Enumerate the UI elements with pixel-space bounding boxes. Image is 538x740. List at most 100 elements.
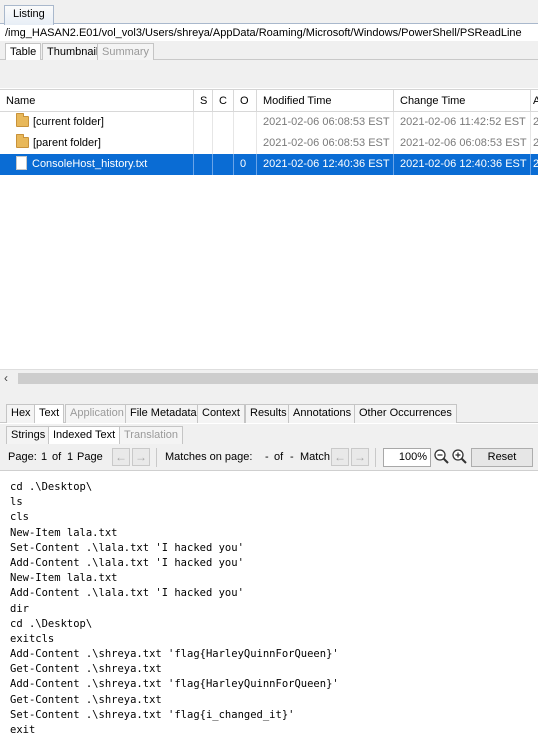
column-header-change-time[interactable]: Change Time (394, 90, 531, 112)
page-current: 1 (41, 451, 48, 463)
page-label: Page: (8, 451, 37, 463)
row-o-cell: 0 (234, 154, 257, 175)
folder-icon (16, 113, 29, 127)
page-total: 1 (67, 451, 74, 463)
text-line: exit (10, 724, 36, 736)
text-line: Add-Content .\lala.txt 'I hacked you' (10, 556, 244, 569)
text-line: dir (10, 602, 29, 615)
text-line: Add-Content .\shreya.txt 'flag{HarleyQui… (10, 648, 339, 661)
table-row[interactable]: [current folder] 2021-02-06 06:08:53 EST… (0, 112, 538, 133)
column-header-modified-time[interactable]: Modified Time (257, 90, 394, 112)
row-change-cell: 2021-02-06 06:08:53 EST (394, 133, 531, 154)
tab-other-occurrences[interactable]: Other Occurrences (354, 404, 457, 423)
matches-of-label: of (274, 451, 284, 463)
tab-listing[interactable]: Listing (4, 5, 54, 25)
text-viewer-toolbar: Page: 1 of 1 Page ← → Matches on page: -… (0, 444, 538, 471)
text-line: ls (10, 496, 23, 509)
row-name-cell: [current folder] (0, 112, 194, 133)
tab-hex[interactable]: Hex (6, 404, 36, 423)
text-line: New-Item lala.txt (10, 572, 118, 585)
tab-table[interactable]: Table (5, 43, 42, 61)
tab-indexed-text[interactable]: Indexed Text (48, 426, 121, 444)
table-horizontal-scrollbar[interactable]: ‹ (0, 369, 538, 386)
file-table: Name S C O Modified Time Change Time A [… (0, 89, 538, 369)
text-line: Add-Content .\shreya.txt 'flag{HarleyQui… (10, 678, 339, 691)
row-name: [parent folder] (33, 137, 101, 149)
tab-translation[interactable]: Translation (119, 426, 184, 444)
match-word: Match (300, 451, 330, 463)
pane-splitter[interactable] (0, 386, 538, 403)
text-line: Get-Content .\shreya.txt (10, 693, 162, 706)
row-o-cell (234, 133, 257, 154)
tab-results[interactable]: Results (245, 404, 292, 423)
row-name-cell: ConsoleHost_history.txt (0, 154, 194, 175)
row-change-cell: 2021-02-06 11:42:52 EST (394, 112, 531, 133)
tab-file-metadata[interactable]: File Metadata (125, 404, 202, 423)
toolbar-divider (375, 448, 376, 467)
text-line: Set-Content .\lala.txt 'I hacked you' (10, 541, 244, 554)
row-s-cell (194, 133, 213, 154)
matches-label: Matches on page: (165, 451, 253, 463)
result-viewer-tabs: Table Thumbnail Summary (0, 41, 538, 61)
row-c-cell (213, 112, 234, 133)
column-header-access-time[interactable]: A (531, 90, 538, 112)
page-of-label: of (52, 451, 62, 463)
zoom-level-field[interactable]: 100% (383, 448, 431, 467)
row-name: ConsoleHost_history.txt (32, 158, 148, 170)
page-word: Page (77, 451, 103, 463)
previous-match-icon[interactable]: ← (331, 448, 349, 466)
file-icon (16, 156, 27, 170)
matches-current: - (265, 451, 269, 463)
row-o-cell (234, 112, 257, 133)
scroll-left-icon[interactable]: ‹ (4, 371, 8, 385)
text-line: Get-Content .\shreya.txt (10, 663, 162, 676)
zoom-out-icon[interactable] (433, 448, 450, 466)
tab-annotations[interactable]: Annotations (288, 404, 357, 423)
content-viewer-tabs: Hex Text Application File Metadata Conte… (0, 403, 538, 423)
row-name-cell: [parent folder] (0, 133, 194, 154)
table-header: Name S C O Modified Time Change Time A (0, 90, 538, 112)
listing-path: /img_HASAN2.E01/vol_vol3/Users/shreya/Ap… (0, 25, 538, 41)
row-modified-cell: 2021-02-06 06:08:53 EST (257, 133, 394, 154)
toolbar-divider (156, 448, 157, 467)
row-access-cell: 2 (531, 154, 538, 175)
reset-zoom-button[interactable]: Reset (471, 448, 533, 467)
tab-strings[interactable]: Strings (6, 426, 51, 444)
row-access-cell: 2 (531, 112, 538, 133)
tab-context[interactable]: Context (197, 404, 245, 423)
tab-text[interactable]: Text (34, 404, 65, 423)
column-header-c[interactable]: C (213, 90, 234, 112)
scrollbar-thumb[interactable] (18, 373, 538, 384)
table-row-selected[interactable]: ConsoleHost_history.txt 0 2021-02-06 12:… (0, 154, 538, 175)
row-s-cell (194, 154, 213, 175)
text-line: Add-Content .\lala.txt 'I hacked you' (10, 587, 244, 600)
text-line: cd .\Desktop\ (10, 481, 93, 493)
next-page-icon[interactable]: → (132, 448, 150, 466)
tab-application[interactable]: Application (65, 404, 129, 423)
row-modified-cell: 2021-02-06 12:40:36 EST (257, 154, 394, 175)
previous-page-icon[interactable]: ← (112, 448, 130, 466)
text-viewer-tabs: Strings Indexed Text Translation (0, 424, 538, 444)
column-header-o[interactable]: O (234, 90, 257, 112)
row-access-cell: 2 (531, 133, 538, 154)
row-c-cell (213, 133, 234, 154)
text-line: Set-Content .\shreya.txt 'flag{i_changed… (10, 708, 295, 721)
tab-thumbnail[interactable]: Thumbnail (42, 43, 104, 61)
zoom-in-icon[interactable] (451, 448, 468, 466)
table-row[interactable]: [parent folder] 2021-02-06 06:08:53 EST … (0, 133, 538, 154)
row-s-cell (194, 112, 213, 133)
column-header-s[interactable]: S (194, 90, 213, 112)
row-change-cell: 2021-02-06 12:40:36 EST (394, 154, 531, 175)
text-line: New-Item lala.txt (10, 526, 118, 539)
next-match-icon[interactable]: → (351, 448, 369, 466)
row-c-cell (213, 154, 234, 175)
text-line: cd .\Desktop\ (10, 617, 93, 630)
text-line: cls (10, 511, 29, 524)
text-line: exitcls (10, 632, 55, 645)
tab-summary[interactable]: Summary (97, 43, 155, 61)
row-modified-cell: 2021-02-06 06:08:53 EST (257, 112, 394, 133)
folder-icon (16, 134, 29, 148)
column-header-name[interactable]: Name (0, 90, 194, 112)
table-toolbar (0, 60, 538, 88)
indexed-text-content[interactable]: cd .\Desktop\ ls cls New-Item lala.txt S… (0, 472, 538, 740)
